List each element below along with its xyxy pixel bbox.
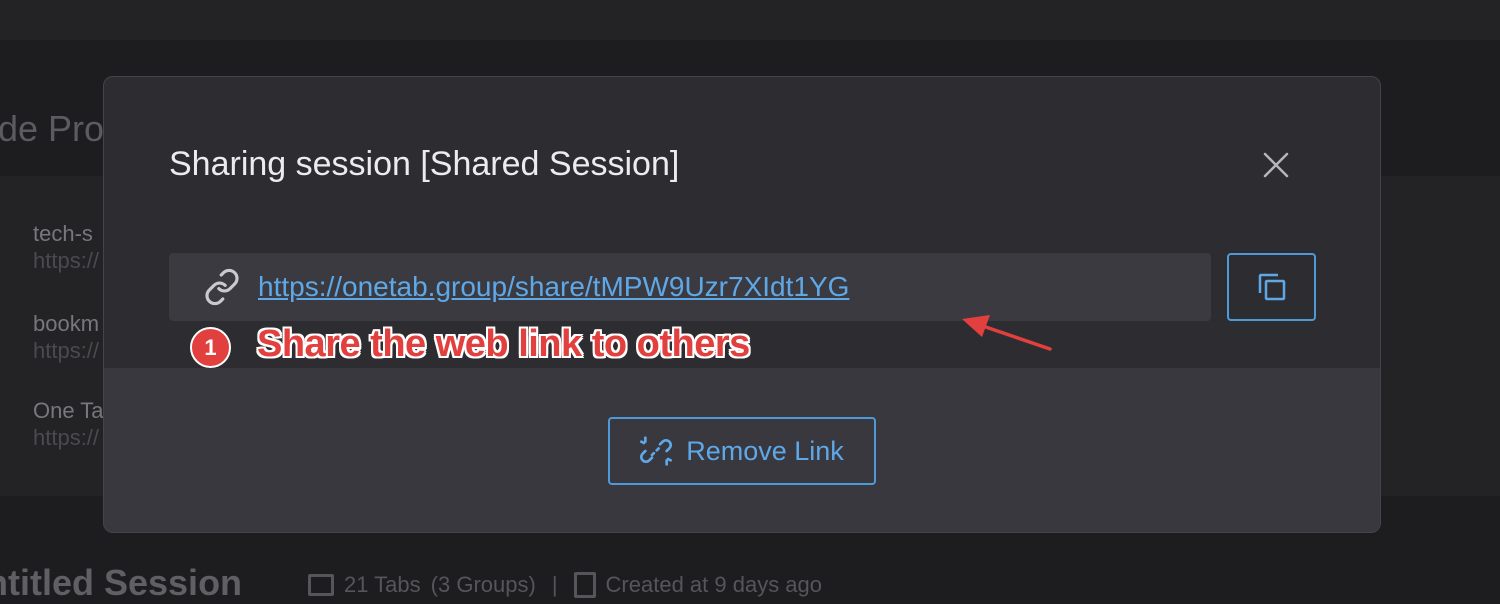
list-item-url: https:// (33, 425, 100, 450)
dialog-title: Sharing session [Shared Session] (169, 145, 680, 183)
group-count: (3 Groups) (430, 572, 536, 597)
session-title: ntitled Session (0, 562, 243, 603)
dialog-footer: Remove Link (104, 368, 1380, 532)
share-session-dialog: Sharing session [Shared Session] https:/… (103, 76, 1381, 533)
copy-link-button[interactable] (1227, 253, 1316, 321)
list-item[interactable]: One Ta https:// (33, 397, 103, 451)
top-bar (0, 0, 1500, 40)
calendar-icon (573, 572, 596, 598)
tab-count: 21 Tabs (344, 572, 421, 597)
list-item[interactable]: tech-s https:// (33, 220, 103, 274)
list-item[interactable]: bookm https:// (33, 310, 103, 364)
page-heading: de Pro (0, 108, 105, 149)
list-item-title: tech-s (33, 221, 93, 246)
created-at: Created at 9 days ago (605, 572, 823, 597)
list-item-url: https:// (33, 248, 100, 273)
copy-icon (1258, 273, 1285, 301)
close-icon (1263, 152, 1289, 178)
unlink-icon (640, 436, 673, 466)
list-item-title: One Ta (33, 398, 103, 423)
session-meta: 21 Tabs (3 Groups) | Created at 9 days a… (308, 572, 822, 598)
list-item-url: https:// (33, 338, 100, 363)
share-link[interactable]: https://onetab.group/share/tMPW9Uzr7XIdt… (258, 271, 849, 303)
annotation-arrow (962, 315, 1052, 351)
link-icon (205, 268, 239, 306)
close-button[interactable] (1262, 151, 1290, 179)
remove-link-button[interactable]: Remove Link (608, 417, 876, 485)
annotation-text: Share the web link to others (257, 323, 750, 365)
meta-separator: | (551, 572, 558, 597)
tabs-icon (308, 574, 334, 596)
list-item-title: bookm (33, 311, 100, 336)
remove-link-label: Remove Link (686, 435, 844, 466)
annotation-badge: 1 (190, 327, 231, 368)
